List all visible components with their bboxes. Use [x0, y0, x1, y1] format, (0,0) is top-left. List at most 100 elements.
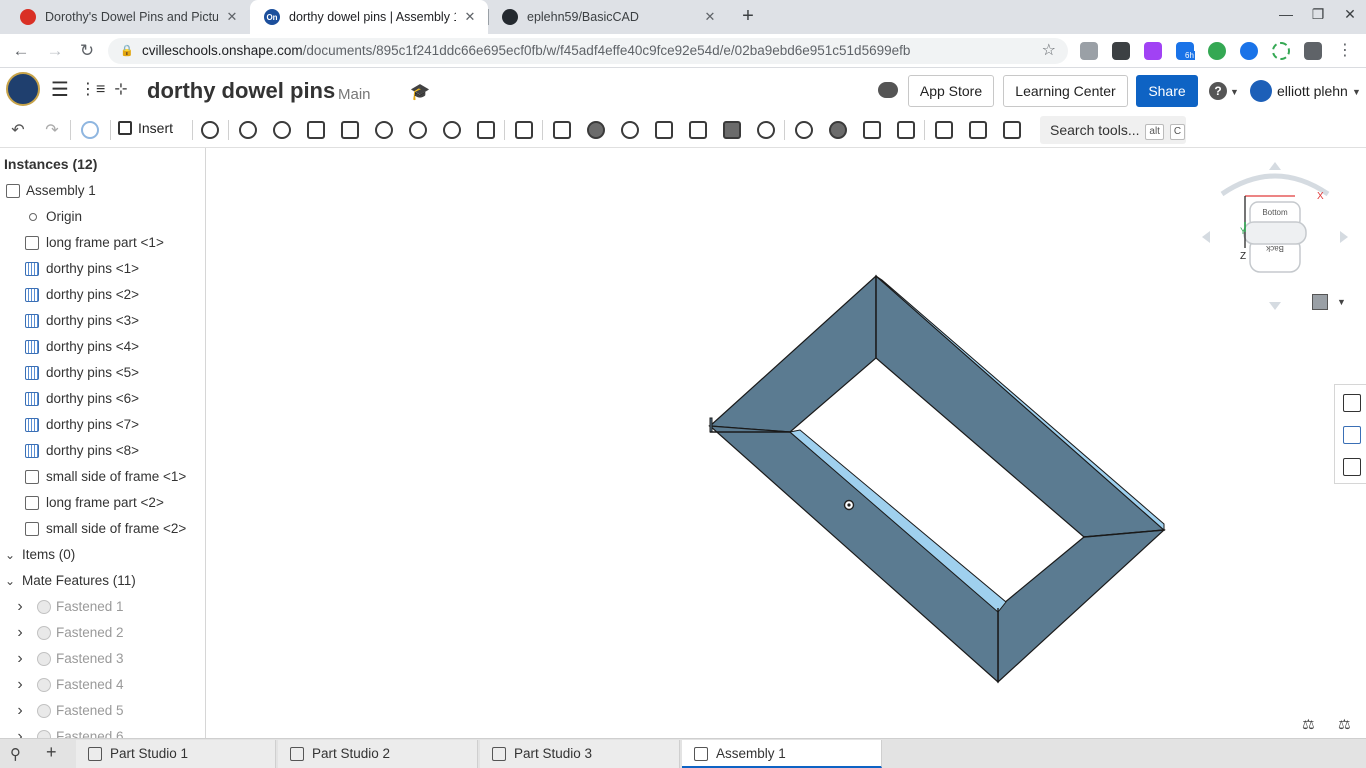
history-icon[interactable]	[198, 118, 222, 142]
regenerate-icon[interactable]	[78, 118, 102, 142]
ball-mate-icon[interactable]	[440, 118, 464, 142]
app-store-button[interactable]: App Store	[908, 75, 994, 107]
redo-icon[interactable]: ↷	[40, 118, 64, 142]
qr-code-icon[interactable]	[1112, 42, 1130, 60]
measure-tool-icon[interactable]: ⚖	[1338, 716, 1351, 733]
hamburger-menu-icon[interactable]: ☰	[49, 80, 71, 100]
mate-connector-icon[interactable]	[550, 118, 574, 142]
chevron-down-icon[interactable]: ▼	[1230, 87, 1239, 97]
view-cube[interactable]: Bottom Back X Y Z	[1200, 160, 1350, 310]
chevron-down-icon[interactable]: ▼	[1337, 297, 1346, 307]
long-frame-part-2[interactable]	[997, 529, 1166, 684]
feature-list-icon[interactable]: ⋮≡	[80, 80, 105, 100]
rotate-left-icon[interactable]	[1202, 231, 1210, 243]
close-icon[interactable]: ✕	[462, 9, 478, 25]
linear-pattern-icon[interactable]	[720, 118, 744, 142]
element-tab[interactable]: Part Studio 3	[480, 740, 680, 768]
chevron-right-icon[interactable]: ›	[13, 672, 27, 698]
back-arrow-icon[interactable]: ←	[10, 41, 32, 61]
gear-settings-icon[interactable]	[792, 118, 816, 142]
element-tab[interactable]: Assembly 1	[682, 740, 882, 768]
undo-icon[interactable]: ↶	[6, 118, 30, 142]
document-title[interactable]: dorthy dowel pins	[147, 78, 335, 104]
instance-row[interactable]: long frame part <1>	[0, 230, 205, 256]
element-tab[interactable]: Part Studio 2	[278, 740, 478, 768]
replicate-icon[interactable]	[860, 118, 884, 142]
view-cube-edge[interactable]	[1243, 221, 1307, 245]
exploded-view-icon[interactable]	[1000, 118, 1024, 142]
instance-row[interactable]: Origin	[0, 204, 205, 230]
gear-alt-icon[interactable]	[826, 118, 850, 142]
group-icon[interactable]	[584, 118, 608, 142]
mate-row[interactable]: › Fastened 2	[0, 620, 205, 646]
reload-icon[interactable]: ↻	[76, 41, 98, 61]
extension-green-icon[interactable]	[1208, 42, 1226, 60]
instance-row[interactable]: dorthy pins <5>	[0, 360, 205, 386]
measure-icon[interactable]	[932, 118, 956, 142]
element-tab[interactable]: Part Studio 1	[76, 740, 276, 768]
rotate-right-icon[interactable]	[1340, 231, 1348, 243]
mirror-icon[interactable]	[894, 118, 918, 142]
bookmark-star-icon[interactable]: ☆	[1042, 38, 1056, 64]
mate-row[interactable]: › Fastened 5	[0, 698, 205, 724]
instance-row[interactable]: dorthy pins <6>	[0, 386, 205, 412]
instance-row[interactable]: dorthy pins <1>	[0, 256, 205, 282]
chevron-right-icon[interactable]: ›	[13, 620, 27, 646]
revolute-mate-icon[interactable]	[270, 118, 294, 142]
circular-pattern-icon[interactable]	[754, 118, 778, 142]
learning-center-button[interactable]: Learning Center	[1003, 75, 1128, 107]
slider-mate-icon[interactable]	[304, 118, 328, 142]
long-frame-part-1[interactable]	[708, 274, 877, 433]
user-avatar-icon[interactable]	[1250, 80, 1272, 102]
chevron-right-icon[interactable]: ›	[13, 594, 27, 620]
restore-icon[interactable]: ❐	[1308, 6, 1328, 23]
instance-row[interactable]: dorthy pins <4>	[0, 334, 205, 360]
branch-label[interactable]: Main	[338, 86, 371, 103]
properties-panel-icon[interactable]	[1343, 394, 1361, 412]
instance-row[interactable]: dorthy pins <2>	[0, 282, 205, 308]
mass-properties-icon[interactable]: ⚖	[1302, 716, 1315, 733]
tangent-mate-icon[interactable]	[512, 118, 536, 142]
browser-tab-dowel-pins[interactable]: Dorothy's Dowel Pins and Pictur ✕	[6, 0, 250, 34]
insert-button[interactable]: Insert	[118, 120, 173, 136]
frame-model[interactable]	[206, 148, 1366, 738]
screw-relation-icon[interactable]	[686, 118, 710, 142]
url-input[interactable]: 🔒 cvilleschools.onshape.com/documents/895…	[108, 38, 1068, 64]
share-button[interactable]: Share	[1136, 75, 1198, 107]
insert-tree-icon[interactable]: ⊹	[110, 80, 132, 100]
school-logo-icon[interactable]	[6, 72, 40, 106]
window-close-icon[interactable]: ✕	[1340, 6, 1360, 23]
close-icon[interactable]: ✕	[702, 9, 718, 25]
view-cube-options-icon[interactable]	[1312, 294, 1328, 310]
chevron-down-icon[interactable]: ⌄	[3, 542, 17, 568]
pin-slot-mate-icon[interactable]	[406, 118, 430, 142]
parallel-mate-icon[interactable]	[474, 118, 498, 142]
help-icon[interactable]: ?	[1209, 82, 1227, 100]
browser-tab-onshape[interactable]: On dorthy dowel pins | Assembly 1 ✕	[250, 0, 488, 34]
extension-loading-icon[interactable]	[1272, 42, 1290, 60]
mate-row[interactable]: › Fastened 1	[0, 594, 205, 620]
mate-row[interactable]: › Fastened 4	[0, 672, 205, 698]
forward-arrow-icon[interactable]: →	[44, 41, 66, 61]
mate-row[interactable]: › Fastened 6	[0, 724, 205, 738]
fastened-mate-icon[interactable]	[236, 118, 260, 142]
rack-pinion-icon[interactable]	[652, 118, 676, 142]
extension-timer-icon[interactable]: 6h	[1176, 42, 1195, 60]
new-tab-button[interactable]: +	[737, 5, 759, 27]
comments-icon[interactable]	[878, 82, 898, 98]
instance-row[interactable]: small side of frame <1>	[0, 464, 205, 490]
mate-row[interactable]: › Fastened 3	[0, 646, 205, 672]
extension-shield-icon[interactable]	[1240, 42, 1258, 60]
rotate-down-icon[interactable]	[1269, 302, 1281, 310]
extension-icon[interactable]	[1080, 42, 1098, 60]
add-tab-icon[interactable]: +	[46, 742, 57, 763]
instance-row[interactable]: small side of frame <2>	[0, 516, 205, 542]
instance-row[interactable]: dorthy pins <7>	[0, 412, 205, 438]
chevron-down-icon[interactable]: ▼	[1352, 87, 1361, 97]
browser-menu-icon[interactable]: ⋮	[1334, 41, 1356, 61]
search-tools-input[interactable]: Search tools... alt C	[1040, 116, 1186, 144]
graphics-viewport[interactable]: Bottom Back X Y Z	[206, 148, 1366, 738]
chevron-right-icon[interactable]: ›	[13, 724, 27, 738]
small-side-of-frame-2[interactable]	[708, 425, 999, 684]
tab-search-icon[interactable]: ⚲	[10, 745, 21, 763]
